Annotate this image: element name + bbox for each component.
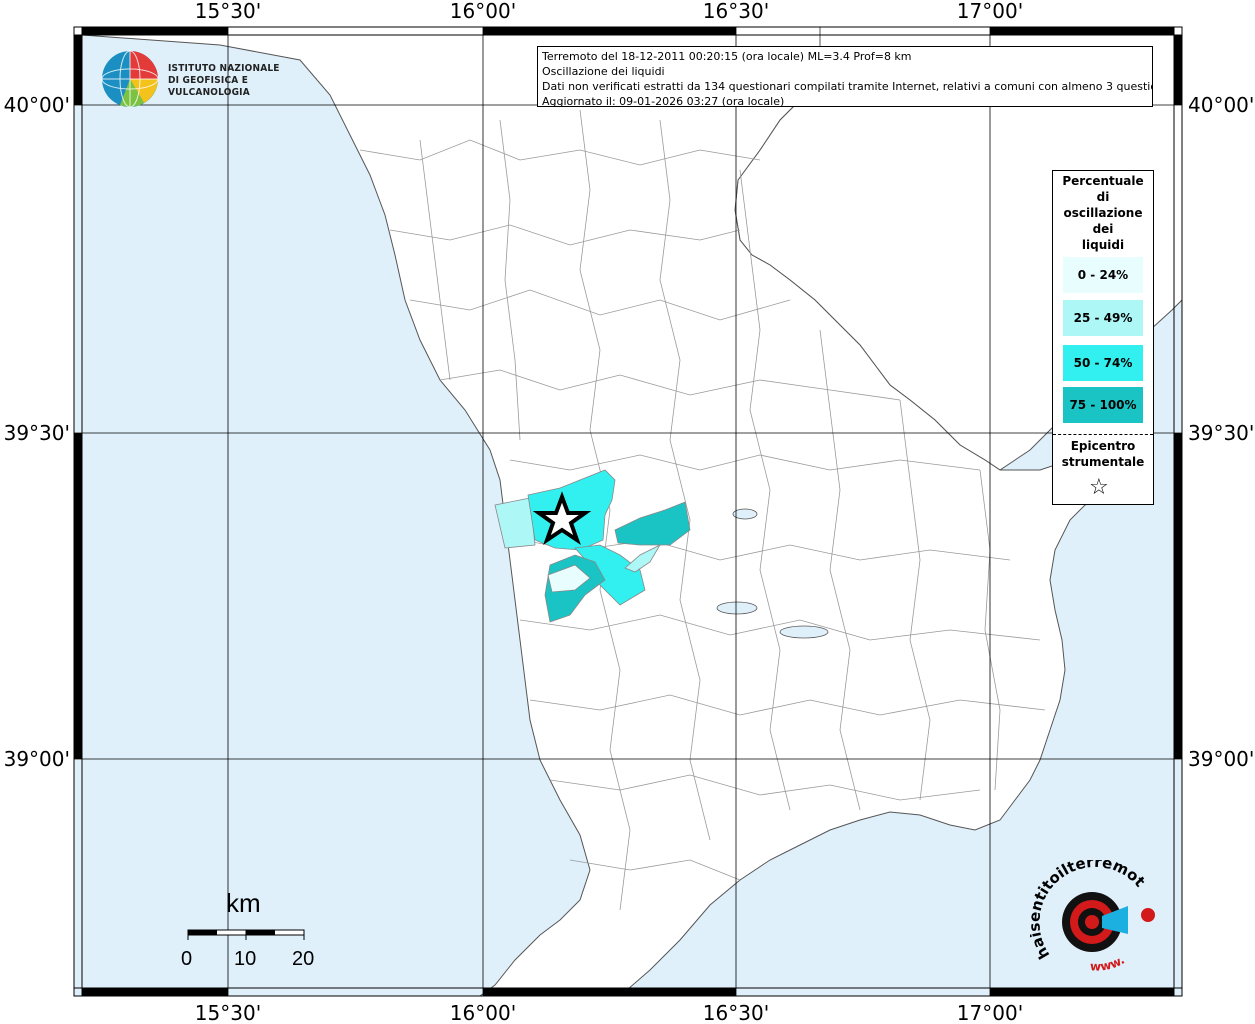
legend-epicenter-line: strumentale (1061, 455, 1145, 469)
lon-label-top: 15°30' (195, 0, 261, 23)
lake (716, 601, 758, 615)
lat-label-left: 39°00' (4, 747, 70, 771)
legend-title-line: Percentuale (1062, 174, 1144, 188)
lat-label-right: 39°00' (1188, 747, 1254, 771)
scale-bar-graphic (187, 929, 305, 940)
lon-label-top: 17°00' (957, 0, 1023, 23)
lat-label-right: 39°30' (1188, 421, 1254, 445)
legend-title-line: di (1096, 190, 1110, 204)
logo-line1: ISTITUTO NAZIONALE (168, 63, 280, 74)
legend-epicenter-line: Epicentro (1070, 439, 1136, 453)
info-line-type: Oscillazione dei liquidi (542, 65, 665, 78)
haisentito-www-text: www. (1090, 953, 1127, 974)
legend-separator (1053, 434, 1153, 435)
lat-label-right: 40°00' (1188, 93, 1254, 117)
ingv-globe-icon (101, 50, 159, 108)
legend-item-75-100: 75 - 100% (1063, 387, 1143, 423)
haisentito-target-icon: haisentitoilterremoto.it www. (1025, 846, 1155, 974)
info-line-source: Dati non verificati estratti da 134 ques… (542, 80, 1153, 93)
info-line-event: Terremoto del 18-12-2011 00:20:15 (ora l… (542, 50, 912, 63)
info-line-updated: Aggiornato il: 09-01-2026 03:27 (ora loc… (542, 95, 785, 107)
legend-title-line: liquidi (1081, 238, 1125, 252)
lake (732, 508, 758, 520)
scale-unit: km (226, 888, 261, 918)
lat-label-left: 40°00' (4, 93, 70, 117)
legend-star-icon: ☆ (1089, 475, 1109, 500)
legend-item-0-24: 0 - 24% (1063, 257, 1143, 293)
earthquake-info-box: Terremoto del 18-12-2011 00:20:15 (ora l… (537, 46, 1153, 107)
lon-label-top: 16°30' (703, 0, 769, 23)
legend-item-25-49: 25 - 49% (1063, 300, 1143, 336)
legend-epicenter-label: Epicentro strumentale (1053, 438, 1153, 470)
legend-item-50-74: 50 - 74% (1063, 345, 1143, 381)
scale-tick: 20 (292, 948, 315, 970)
lake (779, 625, 829, 639)
scale-tick: 10 (234, 948, 257, 970)
lon-label-bottom: 15°30' (195, 1001, 261, 1024)
legend-title-line: dei (1092, 222, 1114, 236)
logo-line2: DI GEOFISICA E VULCANOLOGIA (168, 75, 250, 98)
lon-label-bottom: 16°30' (703, 1001, 769, 1024)
legend-title-line: oscillazione (1063, 206, 1143, 220)
haisentito-logo: haisentitoilterremoto.it www. (1025, 846, 1170, 980)
lon-label-bottom: 17°00' (957, 1001, 1023, 1024)
lat-label-left: 39°30' (4, 421, 70, 445)
svg-text:www.: www. (1090, 953, 1127, 974)
legend-title: Percentuale di oscillazione dei liquidi (1053, 171, 1153, 253)
lon-label-top: 16°00' (450, 0, 516, 23)
ingv-logo: ISTITUTO NAZIONALE DI GEOFISICA E VULCAN… (100, 48, 320, 110)
scale-bar: km 0 10 20 (180, 888, 330, 970)
legend: Percentuale di oscillazione dei liquidi … (1052, 170, 1154, 505)
scale-tick: 0 (181, 948, 193, 970)
lon-label-bottom: 16°00' (450, 1001, 516, 1024)
